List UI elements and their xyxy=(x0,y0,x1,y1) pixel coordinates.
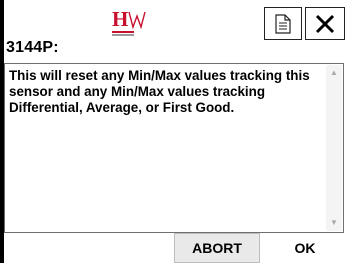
hw-logo: H xyxy=(112,7,152,41)
document-button[interactable] xyxy=(264,7,302,40)
logo-w xyxy=(128,11,146,30)
dialog-window: H 3144P: This will reset any Min/Max val… xyxy=(0,0,346,263)
logo-h: H xyxy=(112,7,128,31)
close-icon xyxy=(315,14,335,33)
document-icon xyxy=(275,13,291,34)
message-text: This will reset any Min/Max values track… xyxy=(9,68,310,115)
scroll-up-arrow-icon[interactable]: ▲ xyxy=(330,69,338,77)
sensor-id-label: 3144P: xyxy=(6,39,59,56)
ok-button[interactable]: OK xyxy=(266,233,344,263)
scroll-down-arrow-icon[interactable]: ▼ xyxy=(330,219,338,227)
logo-underline-gray xyxy=(112,34,134,36)
vertical-scrollbar[interactable]: ▲ ▼ xyxy=(326,65,342,231)
close-button[interactable] xyxy=(305,7,345,40)
hw-logo-mark: H xyxy=(112,7,146,31)
logo-underline-red xyxy=(112,31,134,33)
message-textbox[interactable]: This will reset any Min/Max values track… xyxy=(4,63,344,233)
abort-button[interactable]: ABORT xyxy=(174,233,260,263)
